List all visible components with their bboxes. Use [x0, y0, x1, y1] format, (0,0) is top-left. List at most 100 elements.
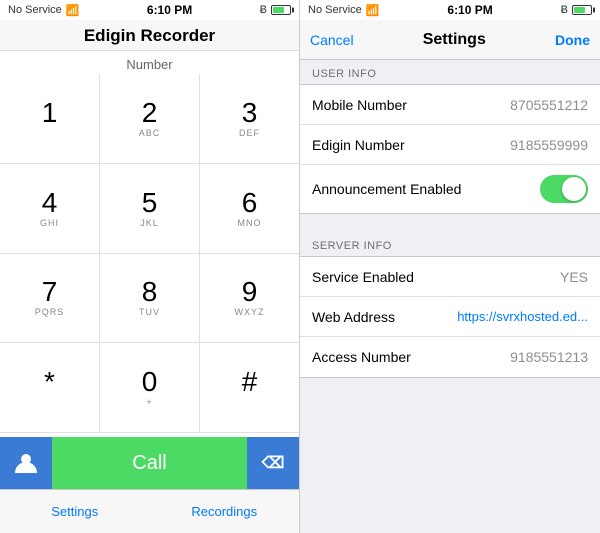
number-label: Number: [0, 51, 299, 74]
digit-2: 2: [142, 99, 158, 127]
letters-star: [48, 397, 52, 407]
edigin-number-label: Edigin Number: [312, 137, 405, 153]
delete-icon: ⌫: [262, 453, 285, 473]
cancel-button[interactable]: Cancel: [310, 32, 354, 48]
person-icon: [13, 450, 39, 476]
right-status-left: No Service 📶: [308, 4, 380, 17]
service-enabled-value: YES: [560, 269, 588, 285]
dial-row-3: 7 PQRS 8 TUV 9 WXYZ: [0, 254, 299, 344]
dialpad: 1 2 ABC 3 DEF 4 GHI 5: [0, 74, 299, 437]
dial-key-7[interactable]: 7 PQRS: [0, 254, 100, 344]
app-container: No Service 📶 6:10 PM Ƀ Edigin Recorder N…: [0, 0, 600, 533]
edigin-number-row: Edigin Number 9185559999: [300, 125, 600, 165]
announcement-label: Announcement Enabled: [312, 181, 461, 197]
left-title-bar: Edigin Recorder: [0, 20, 299, 51]
service-enabled-label: Service Enabled: [312, 269, 414, 285]
letters-6: MNO: [238, 218, 262, 228]
digit-6: 6: [242, 189, 258, 217]
tab-settings-label: Settings: [51, 504, 98, 519]
tab-settings[interactable]: Settings: [0, 490, 150, 533]
done-button[interactable]: Done: [555, 32, 590, 48]
access-number-row: Access Number 9185551213: [300, 337, 600, 377]
settings-content: USER INFO Mobile Number 8705551212 Edigi…: [300, 60, 600, 533]
letters-2: ABC: [139, 128, 161, 138]
right-status-right: Ƀ: [561, 4, 592, 16]
right-no-service-text: No Service: [308, 4, 362, 16]
letters-7: PQRS: [35, 307, 65, 317]
digit-3: 3: [242, 99, 258, 127]
call-bar: Call ⌫: [0, 437, 299, 489]
separator-1: [300, 214, 600, 232]
digit-8: 8: [142, 278, 158, 306]
service-enabled-row: Service Enabled YES: [300, 257, 600, 297]
announcement-row: Announcement Enabled: [300, 165, 600, 213]
letters-5: JKL: [140, 218, 159, 228]
dial-row-2: 4 GHI 5 JKL 6 MNO: [0, 164, 299, 254]
web-address-row: Web Address https://svrxhosted.ed...: [300, 297, 600, 337]
user-info-header: USER INFO: [300, 60, 600, 84]
mobile-number-row: Mobile Number 8705551212: [300, 85, 600, 125]
dial-row-4: * 0 + #: [0, 343, 299, 433]
left-time: 6:10 PM: [147, 3, 192, 17]
right-battery-icon: [572, 5, 592, 15]
digit-5: 5: [142, 189, 158, 217]
dial-key-8[interactable]: 8 TUV: [100, 254, 200, 344]
letters-0: +: [146, 397, 152, 407]
server-info-group: Service Enabled YES Web Address https://…: [300, 256, 600, 378]
dial-key-6[interactable]: 6 MNO: [200, 164, 299, 254]
access-number-label: Access Number: [312, 349, 411, 365]
left-wifi-icon: 📶: [66, 4, 80, 17]
app-title: Edigin Recorder: [84, 26, 215, 45]
right-bluetooth-icon: Ƀ: [561, 4, 568, 16]
call-button[interactable]: Call: [52, 437, 247, 489]
dial-key-star[interactable]: *: [0, 343, 100, 433]
digit-1: 1: [42, 99, 58, 127]
tab-recordings-label: Recordings: [191, 504, 257, 519]
server-info-header: SERVER INFO: [300, 232, 600, 256]
access-number-value: 9185551213: [510, 349, 588, 365]
mobile-number-value: 8705551212: [510, 97, 588, 113]
dial-row-1: 1 2 ABC 3 DEF: [0, 74, 299, 164]
digit-0: 0: [142, 368, 158, 396]
right-status-bar: No Service 📶 6:10 PM Ƀ: [300, 0, 600, 20]
digit-4: 4: [42, 189, 58, 217]
digit-star: *: [44, 368, 55, 396]
delete-button[interactable]: ⌫: [247, 437, 299, 489]
contact-button[interactable]: [0, 437, 52, 489]
left-status-right: Ƀ: [260, 4, 291, 16]
right-time: 6:10 PM: [447, 3, 492, 17]
dial-key-3[interactable]: 3 DEF: [200, 74, 299, 164]
right-wifi-icon: 📶: [366, 4, 380, 17]
letters-8: TUV: [139, 307, 160, 317]
digit-hash: #: [242, 368, 258, 396]
right-panel: No Service 📶 6:10 PM Ƀ Cancel Settings D…: [300, 0, 600, 533]
letters-1: [48, 128, 52, 138]
left-tab-bar: Settings Recordings: [0, 489, 299, 533]
dial-key-9[interactable]: 9 WXYZ: [200, 254, 299, 344]
left-bluetooth-icon: Ƀ: [260, 4, 267, 16]
letters-4: GHI: [40, 218, 59, 228]
edigin-number-value: 9185559999: [510, 137, 588, 153]
left-status-bar: No Service 📶 6:10 PM Ƀ: [0, 0, 299, 20]
mobile-number-label: Mobile Number: [312, 97, 407, 113]
settings-title: Settings: [423, 31, 486, 49]
left-battery-icon: [271, 5, 291, 15]
digit-9: 9: [242, 278, 258, 306]
letters-3: DEF: [239, 128, 260, 138]
digit-7: 7: [42, 278, 58, 306]
dial-key-5[interactable]: 5 JKL: [100, 164, 200, 254]
dial-key-1[interactable]: 1: [0, 74, 100, 164]
announcement-toggle[interactable]: [540, 175, 588, 203]
dial-key-4[interactable]: 4 GHI: [0, 164, 100, 254]
toggle-knob: [562, 177, 586, 201]
settings-nav-bar: Cancel Settings Done: [300, 20, 600, 60]
dial-key-2[interactable]: 2 ABC: [100, 74, 200, 164]
call-label: Call: [132, 452, 166, 475]
web-address-value: https://svrxhosted.ed...: [457, 309, 588, 324]
web-address-label: Web Address: [312, 309, 395, 325]
dial-key-0[interactable]: 0 +: [100, 343, 200, 433]
letters-hash: [248, 397, 252, 407]
tab-recordings[interactable]: Recordings: [150, 490, 300, 533]
dial-key-hash[interactable]: #: [200, 343, 299, 433]
left-status-left: No Service 📶: [8, 4, 80, 17]
